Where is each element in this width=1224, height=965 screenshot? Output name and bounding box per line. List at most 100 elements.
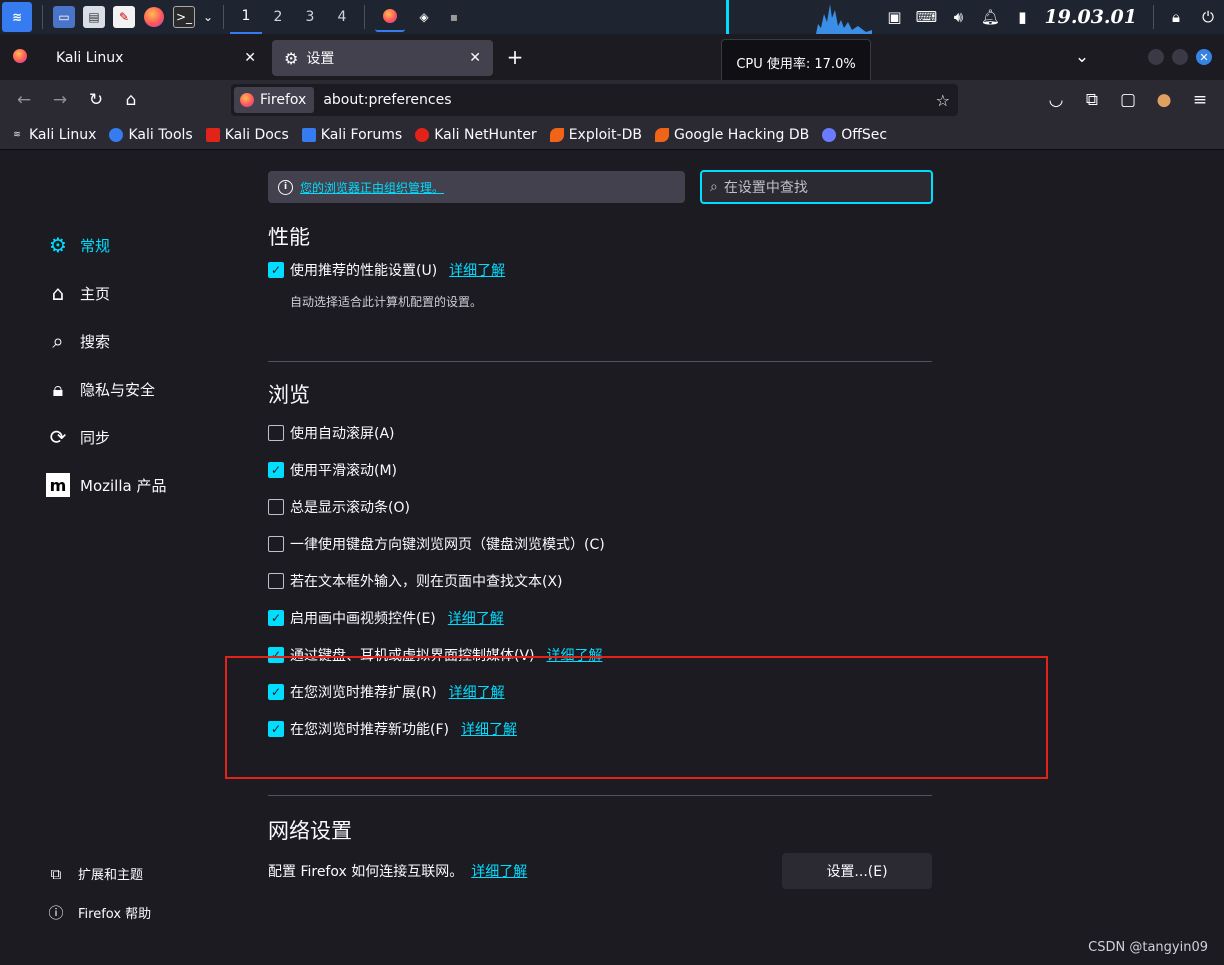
close-window-button[interactable]: ✕ bbox=[1196, 49, 1212, 65]
maximize-window-button[interactable] bbox=[1172, 49, 1188, 65]
text-editor-icon[interactable]: ✎ bbox=[113, 6, 135, 28]
firefox-launcher-icon[interactable] bbox=[143, 6, 165, 28]
file-manager-icon[interactable]: ▤ bbox=[83, 6, 105, 28]
close-tab-icon[interactable]: ✕ bbox=[469, 50, 481, 66]
forward-arrow-icon[interactable]: → bbox=[48, 88, 72, 112]
kali-dragon-icon: ≋ bbox=[13, 129, 21, 140]
bookmark-kali-tools[interactable]: Kali Tools bbox=[109, 127, 193, 143]
url-bar[interactable]: Firefox about:preferences ☆ bbox=[231, 84, 958, 116]
bookmark-offsec[interactable]: OffSec bbox=[822, 127, 887, 143]
minimize-window-button[interactable] bbox=[1148, 49, 1164, 65]
cookie-extension-icon[interactable]: ● bbox=[1152, 88, 1176, 112]
sidebar-item-mozilla-products[interactable]: m Mozilla 产品 bbox=[46, 473, 166, 497]
volume-icon[interactable]: 🔊︎ bbox=[942, 8, 974, 26]
browsing-option-row[interactable]: 一律使用键盘方向键浏览网页（键盘浏览模式）(C) bbox=[268, 534, 605, 554]
search-placeholder: 在设置中查找 bbox=[723, 180, 808, 196]
workspace-1[interactable]: 1 bbox=[230, 0, 262, 34]
tab-settings[interactable]: ⚙ 设置 ✕ bbox=[272, 40, 493, 76]
learn-more-link[interactable]: 详细了解 bbox=[471, 861, 527, 881]
sidebar-item-search[interactable]: ⌕ 搜索 bbox=[46, 329, 110, 353]
checkbox-unchecked[interactable] bbox=[268, 499, 284, 515]
back-arrow-icon[interactable]: ← bbox=[12, 88, 36, 112]
lock-icon[interactable]: 🔒︎ bbox=[1160, 8, 1192, 26]
tab-kali-linux[interactable]: Kali Linux ✕ bbox=[44, 40, 268, 76]
chevron-down-icon[interactable]: ⌄ bbox=[203, 6, 213, 28]
bookmark-star-icon[interactable]: ☆ bbox=[936, 91, 950, 110]
list-all-tabs-chevron-icon[interactable]: ⌄ bbox=[1070, 45, 1094, 69]
hamburger-menu-icon[interactable]: ≡ bbox=[1188, 88, 1212, 112]
workspace-2[interactable]: 2 bbox=[262, 9, 294, 25]
clock[interactable]: 19.03.01 bbox=[1044, 6, 1137, 28]
workspace-3[interactable]: 3 bbox=[294, 9, 326, 25]
firefox-window-task-icon[interactable] bbox=[375, 2, 405, 32]
tab-label: Kali Linux bbox=[56, 50, 124, 66]
policy-notice-link[interactable]: 您的浏览器正由组织管理。 bbox=[300, 179, 444, 196]
checkbox-unchecked[interactable] bbox=[268, 425, 284, 441]
new-tab-plus-icon[interactable]: + bbox=[503, 45, 527, 69]
kali-task-icon[interactable]: ◈ bbox=[413, 6, 435, 28]
search-icon: ⌕ bbox=[710, 179, 718, 195]
browsing-option-row[interactable]: 若在文本框外输入，则在页面中查找文本(X) bbox=[268, 571, 563, 591]
kali-menu-icon[interactable]: ≋ bbox=[2, 2, 32, 32]
learn-more-link[interactable]: 详细了解 bbox=[449, 260, 505, 280]
terminal-icon[interactable]: >_ bbox=[173, 6, 195, 28]
sidebar-item-label: 隐私与安全 bbox=[80, 380, 156, 399]
checkbox-unchecked[interactable] bbox=[268, 573, 284, 589]
browsing-option-row[interactable]: ✓ 启用画中画视频控件(E) 详细了解 bbox=[268, 608, 504, 628]
sidebar-extensions-themes[interactable]: ⧉ 扩展和主题 bbox=[48, 864, 143, 884]
bookmark-label: Kali Linux bbox=[29, 126, 97, 143]
panel-separator bbox=[1153, 5, 1154, 29]
browsing-option-row[interactable]: 总是显示滚动条(O) bbox=[268, 497, 410, 517]
logout-icon[interactable]: ⏻ bbox=[1192, 8, 1224, 26]
workspace-4[interactable]: 4 bbox=[326, 9, 358, 25]
browsing-option-row[interactable]: 使用自动滚屏(A) bbox=[268, 423, 395, 443]
pocket-icon[interactable]: ◡ bbox=[1044, 88, 1068, 112]
bookmark-kali-docs[interactable]: Kali Docs bbox=[205, 127, 289, 143]
bookmark-kali-nethunter[interactable]: Kali NetHunter bbox=[415, 127, 537, 143]
checkbox-checked[interactable]: ✓ bbox=[268, 262, 284, 278]
firefox-view-icon[interactable] bbox=[8, 44, 32, 68]
bookmark-kali-forums[interactable]: Kali Forums bbox=[301, 127, 402, 143]
close-tab-icon[interactable]: ✕ bbox=[244, 50, 256, 66]
bookmark-exploit-db[interactable]: Exploit-DB bbox=[549, 127, 642, 143]
section-divider bbox=[268, 361, 932, 362]
checkbox-unchecked[interactable] bbox=[268, 536, 284, 552]
sync-icon: ⟳ bbox=[49, 425, 67, 449]
sidebar-item-label: 主页 bbox=[80, 284, 111, 303]
show-desktop-icon[interactable]: ▭ bbox=[53, 6, 75, 28]
bookmark-google-hacking-db[interactable]: Google Hacking DB bbox=[654, 127, 809, 143]
url-text[interactable]: about:preferences bbox=[323, 92, 451, 108]
checkbox-checked[interactable]: ✓ bbox=[268, 610, 284, 626]
extensions-puzzle-icon[interactable]: ⧉ bbox=[1080, 88, 1104, 112]
notification-bell-icon[interactable]: 🔔︎ bbox=[974, 8, 1006, 26]
home-icon: ⌂ bbox=[51, 281, 65, 305]
learn-more-link[interactable]: 详细了解 bbox=[448, 608, 504, 628]
sidebar-item-label: 搜索 bbox=[80, 332, 111, 351]
home-icon[interactable]: ⌂ bbox=[119, 88, 143, 112]
search-input[interactable]: ⌕ 在设置中查找 bbox=[700, 170, 933, 204]
bookmark-kali-linux[interactable]: ≋ Kali Linux bbox=[10, 127, 96, 143]
terminal-task-icon[interactable]: ▪ bbox=[443, 6, 465, 28]
network-settings-heading: 网络设置 bbox=[268, 819, 352, 843]
browsing-heading: 浏览 bbox=[268, 383, 310, 407]
panel-separator bbox=[223, 5, 224, 29]
browsing-option-row[interactable]: ✓ 使用平滑滚动(M) bbox=[268, 460, 397, 480]
network-icon[interactable]: ▣ bbox=[878, 8, 910, 26]
panel-separator bbox=[42, 5, 43, 29]
battery-icon[interactable]: ▮ bbox=[1006, 8, 1038, 26]
performance-option-row[interactable]: ✓ 使用推荐的性能设置(U) 详细了解 bbox=[268, 260, 505, 280]
sidebar-item-general[interactable]: ⚙ 常规 bbox=[46, 233, 110, 257]
keyboard-icon[interactable]: ⌨ bbox=[910, 8, 942, 26]
sidebar-item-home[interactable]: ⌂ 主页 bbox=[46, 281, 110, 305]
account-icon[interactable]: ▢ bbox=[1116, 88, 1140, 112]
system-tray: ▣ ⌨ 🔊︎ 🔔︎ ▮ 19.03.01 🔒︎ ⏻ bbox=[878, 0, 1224, 34]
reload-icon[interactable]: ↻ bbox=[84, 88, 108, 112]
identity-box[interactable]: Firefox bbox=[234, 87, 315, 113]
checkbox-checked[interactable]: ✓ bbox=[268, 462, 284, 478]
exploit-db-icon bbox=[549, 127, 564, 142]
sidebar-item-sync[interactable]: ⟳ 同步 bbox=[46, 425, 110, 449]
sidebar-item-label: 常规 bbox=[80, 236, 111, 255]
sidebar-item-privacy[interactable]: 🔒︎ 隐私与安全 bbox=[46, 377, 155, 401]
network-settings-button[interactable]: 设置...(E) bbox=[782, 853, 932, 889]
sidebar-firefox-help[interactable]: ⓘ Firefox 帮助 bbox=[48, 902, 151, 923]
